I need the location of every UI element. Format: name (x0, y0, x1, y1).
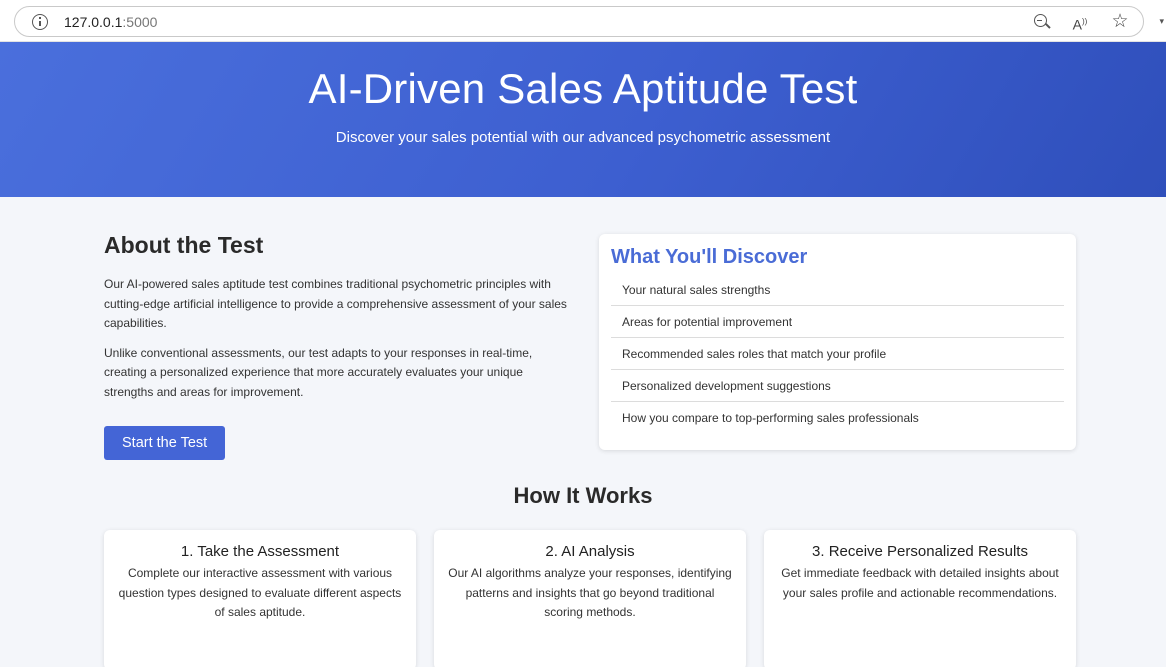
step-description: Our AI algorithms analyze your responses… (448, 566, 732, 619)
how-heading: How It Works (513, 483, 653, 508)
step-description: Complete our interactive assessment with… (118, 566, 402, 619)
url-port: :5000 (122, 13, 158, 30)
about-section: About the Test Our AI-powered sales apti… (0, 197, 1166, 482)
list-item: How you compare to top-performing sales … (622, 411, 919, 425)
start-test-button[interactable]: Start the Test (104, 426, 226, 460)
hero-banner: AI-Driven Sales Aptitude Test Discover y… (0, 42, 1166, 197)
address-bar-actions: A)) ☆ (1031, 12, 1129, 33)
url-text[interactable]: 127.0.0.1:5000 (64, 14, 157, 30)
site-info-icon[interactable] (32, 13, 48, 30)
step-title: 2. AI Analysis (545, 543, 635, 560)
page-title: AI-Driven Sales Aptitude Test (308, 65, 858, 112)
discover-card: What You'll Discover Your natural sales … (599, 234, 1076, 450)
about-heading: About the Test (104, 232, 264, 258)
list-item: Recommended sales roles that match your … (611, 338, 1064, 370)
list-item: Your natural sales strengths (611, 274, 1064, 306)
zoom-out-icon[interactable] (1031, 13, 1049, 31)
read-aloud-icon[interactable]: A)) (1071, 13, 1089, 33)
page-subtitle: Discover your sales potential with our a… (335, 129, 831, 146)
discover-heading: What You'll Discover (611, 246, 808, 268)
steps-row: 1. Take the Assessment Complete our inte… (0, 509, 1166, 667)
browser-toolbar: 127.0.0.1:5000 A)) ☆ ▾ (0, 0, 1166, 42)
address-bar[interactable]: 127.0.0.1:5000 A)) ☆ (14, 6, 1144, 37)
discover-list: Your natural sales strengths Areas for p… (611, 274, 1064, 434)
step-card-assessment: 1. Take the Assessment Complete our inte… (104, 530, 416, 667)
url-host: 127.0.0.1 (64, 13, 123, 30)
step-title: 3. Receive Personalized Results (812, 543, 1028, 560)
chevron-down-icon[interactable]: ▾ (1159, 16, 1164, 27)
step-card-results: 3. Receive Personalized Results Get imme… (764, 530, 1076, 667)
about-paragraph-1: Our AI-powered sales aptitude test combi… (104, 277, 567, 330)
how-it-works-section: How It Works 1. Take the Assessment Comp… (0, 483, 1166, 667)
about-paragraph-2: Unlike conventional assessments, our tes… (104, 345, 533, 399)
list-item: Personalized development suggestions (611, 370, 1064, 402)
list-item: Areas for potential improvement (611, 306, 1064, 338)
favorite-star-icon[interactable]: ☆ (1111, 12, 1129, 31)
step-description: Get immediate feedback with detailed ins… (781, 566, 1059, 600)
about-column: About the Test Our AI-powered sales apti… (104, 232, 574, 460)
step-card-analysis: 2. AI Analysis Our AI algorithms analyze… (434, 530, 746, 667)
step-title: 1. Take the Assessment (180, 543, 340, 560)
